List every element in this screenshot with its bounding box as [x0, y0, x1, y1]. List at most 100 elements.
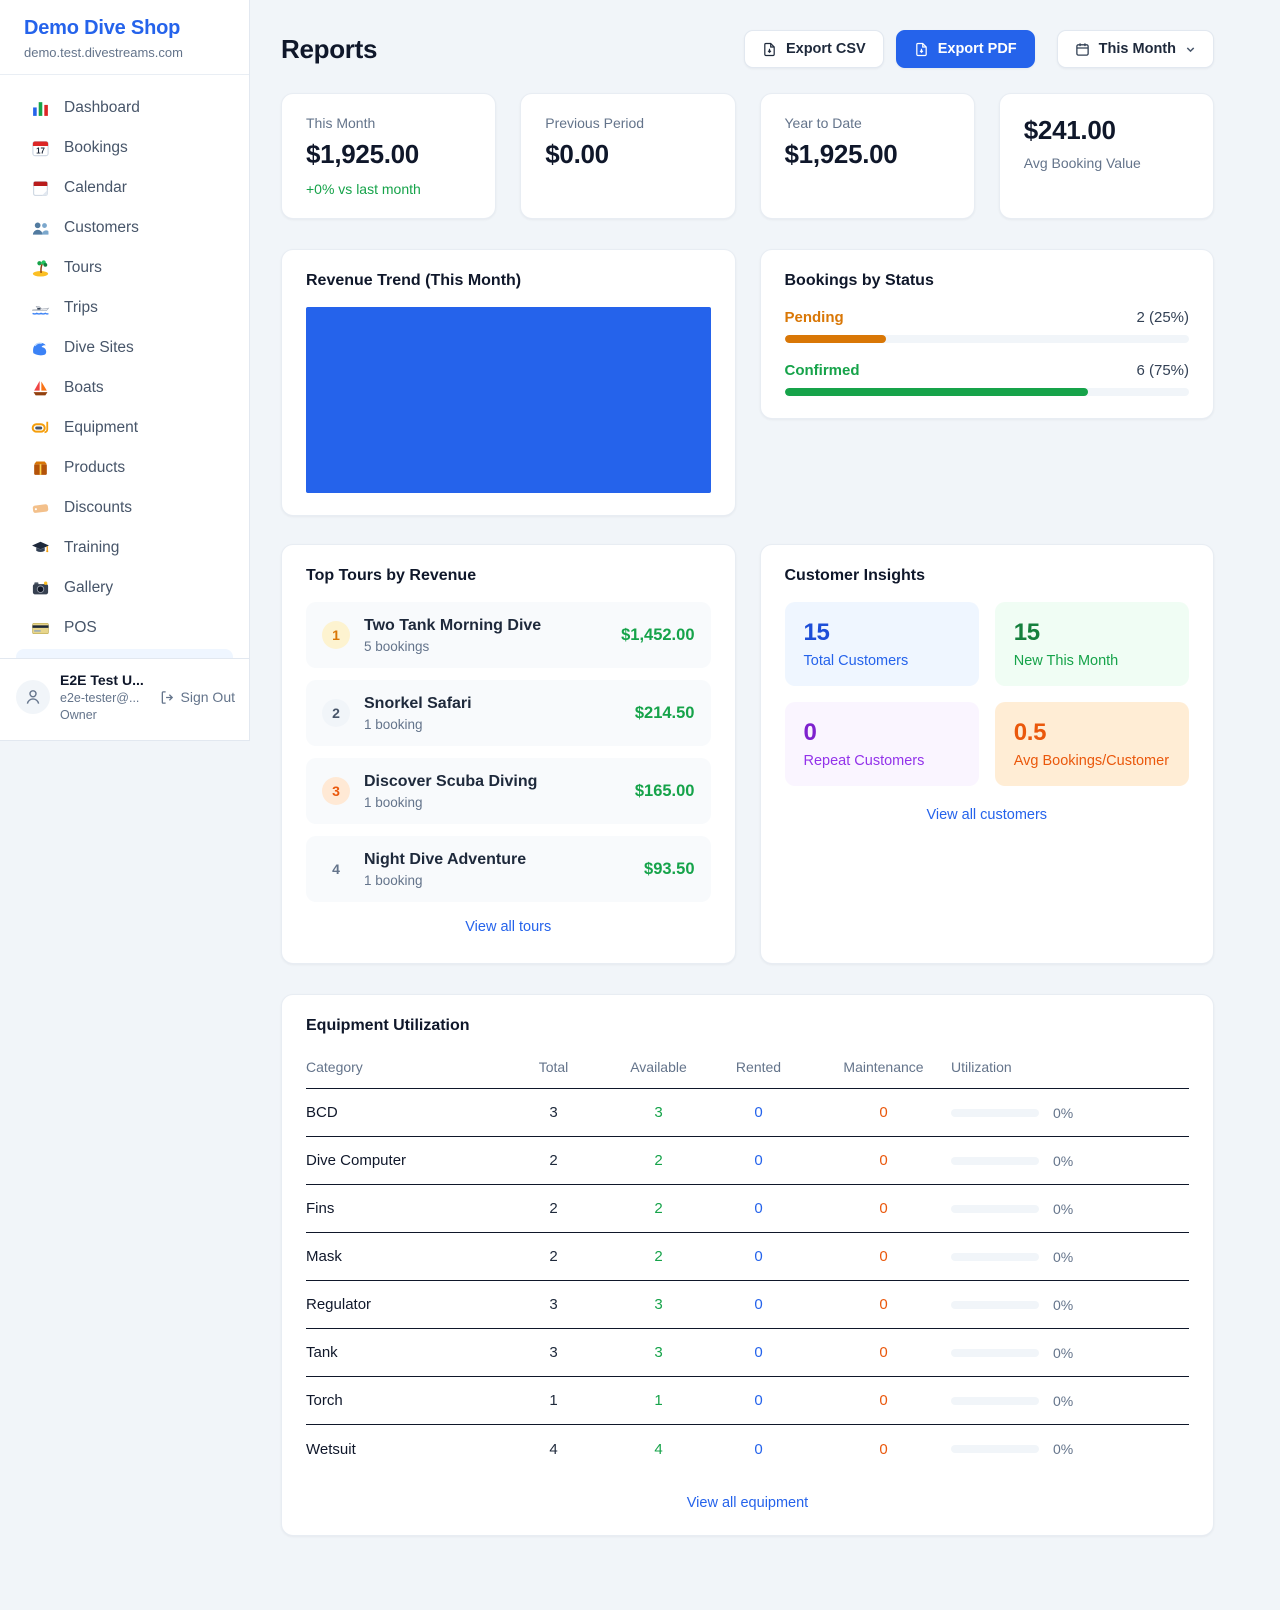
people-icon: [30, 218, 50, 238]
tour-bookings: 1 booking: [364, 873, 630, 888]
user-role: Owner: [60, 707, 144, 724]
sidebar-item-label: Products: [64, 459, 125, 477]
person-icon: [23, 687, 43, 707]
sidebar-item-label: POS: [64, 619, 97, 637]
bookings-by-status-card: Bookings by Status Pending 2 (25%) Confi…: [760, 249, 1215, 419]
tag-icon: [30, 498, 50, 518]
progress-fill: [785, 335, 886, 343]
sidebar-item-trips[interactable]: Trips: [16, 288, 233, 328]
sidebar-item-discounts[interactable]: Discounts: [16, 488, 233, 528]
utilization-bar: [951, 1205, 1039, 1213]
table-row: BCD 3 3 0 0 0%: [306, 1089, 1189, 1137]
graduation-cap-icon: [30, 538, 50, 558]
sidebar-item-label: Discounts: [64, 499, 132, 517]
top-tours-title: Top Tours by Revenue: [306, 567, 711, 585]
revenue-trend-chart: [306, 307, 711, 493]
utilization-bar: [951, 1301, 1039, 1309]
tour-bookings: 1 booking: [364, 795, 621, 810]
stat-card-this-month: This Month $1,925.00 +0% vs last month: [281, 93, 496, 219]
tour-bookings: 1 booking: [364, 717, 621, 732]
table-row: Wetsuit 4 4 0 0 0%: [306, 1425, 1189, 1473]
sidebar-item-boats[interactable]: Boats: [16, 368, 233, 408]
sidebar-item-dashboard[interactable]: Dashboard: [16, 88, 233, 128]
customer-insights-card: Customer Insights 15 Total Customers 15 …: [760, 544, 1215, 964]
utilization-bar: [951, 1157, 1039, 1165]
export-pdf-button[interactable]: Export PDF: [896, 30, 1035, 68]
sidebar-item-gallery[interactable]: Gallery: [16, 568, 233, 608]
user-name: E2E Test U...: [60, 671, 144, 690]
insight-tile-total-customers: 15 Total Customers: [785, 602, 979, 686]
sidebar-item-customers[interactable]: Customers: [16, 208, 233, 248]
sidebar-item-calendar[interactable]: Calendar: [16, 168, 233, 208]
sidebar-item-label: Bookings: [64, 139, 128, 157]
sidebar-item-tours[interactable]: Tours: [16, 248, 233, 288]
file-download-icon: [762, 42, 777, 57]
user-panel: E2E Test U... e2e-tester@... Owner Sign …: [0, 658, 249, 740]
tour-name: Snorkel Safari: [364, 695, 621, 713]
progress-track: [785, 335, 1190, 343]
calendar-icon: [1075, 42, 1090, 57]
rank-badge: 4: [322, 855, 350, 883]
tour-name: Two Tank Morning Dive: [364, 617, 607, 635]
stat-card-previous-period: Previous Period $0.00: [520, 93, 735, 219]
header-actions: Export CSV Export PDF This Month: [744, 30, 1214, 68]
tour-amount: $214.50: [635, 704, 695, 723]
sidebar-item-label: Boats: [64, 379, 104, 397]
view-all-equipment-link[interactable]: View all equipment: [306, 1495, 1189, 1511]
sidebar-item-label: Gallery: [64, 579, 113, 597]
view-all-customers-link[interactable]: View all customers: [785, 807, 1190, 823]
sidebar-item-active-partial[interactable]: [16, 649, 233, 658]
sidebar-item-dive-sites[interactable]: Dive Sites: [16, 328, 233, 368]
charts-row: Revenue Trend (This Month) Bookings by S…: [281, 249, 1214, 516]
status-label: Confirmed: [785, 362, 860, 379]
tour-bookings: 5 bookings: [364, 639, 607, 654]
sailboat-icon: [30, 378, 50, 398]
sidebar-item-products[interactable]: Products: [16, 448, 233, 488]
export-csv-button[interactable]: Export CSV: [744, 30, 884, 68]
revenue-trend-title: Revenue Trend (This Month): [306, 272, 711, 290]
insight-tile-avg-bookings: 0.5 Avg Bookings/Customer: [995, 702, 1189, 786]
tour-rows: 1 Two Tank Morning Dive 5 bookings $1,45…: [306, 602, 711, 902]
insight-grid: 15 Total Customers 15 New This Month 0 R…: [785, 602, 1190, 786]
status-value: 2 (25%): [1136, 309, 1189, 326]
list-item: 2 Snorkel Safari 1 booking $214.50: [306, 680, 711, 746]
table-row: Dive Computer 2 2 0 0 0%: [306, 1137, 1189, 1185]
status-row-confirmed: Confirmed 6 (75%): [785, 362, 1190, 396]
utilization-bar: [951, 1445, 1039, 1453]
view-all-tours-link[interactable]: View all tours: [306, 919, 711, 935]
sidebar-item-training[interactable]: Training: [16, 528, 233, 568]
sign-out-button[interactable]: Sign Out: [160, 689, 235, 705]
table-row: Regulator 3 3 0 0 0%: [306, 1281, 1189, 1329]
brand-name: Demo Dive Shop: [24, 17, 225, 40]
equipment-utilization-title: Equipment Utilization: [306, 1017, 1189, 1035]
diving-mask-icon: [30, 418, 50, 438]
period-dropdown[interactable]: This Month: [1057, 30, 1214, 68]
page-header: Reports Export CSV Export PDF This Month: [281, 30, 1214, 68]
user-email: e2e-tester@...: [60, 690, 144, 707]
tour-amount: $1,452.00: [621, 626, 694, 645]
table-row: Mask 2 2 0 0 0%: [306, 1233, 1189, 1281]
sidebar-item-pos[interactable]: POS: [16, 608, 233, 648]
sidebar: Demo Dive Shop demo.test.divestreams.com…: [0, 0, 250, 741]
brand: Demo Dive Shop demo.test.divestreams.com: [0, 0, 249, 75]
wave-icon: [30, 338, 50, 358]
user-info: E2E Test U... e2e-tester@... Owner: [60, 671, 144, 724]
bookings-by-status-title: Bookings by Status: [785, 272, 1190, 290]
table-row: Fins 2 2 0 0 0%: [306, 1185, 1189, 1233]
sidebar-item-equipment[interactable]: Equipment: [16, 408, 233, 448]
stat-card-avg-booking-value: $241.00 Avg Booking Value: [999, 93, 1214, 219]
table-row: Tank 3 3 0 0 0%: [306, 1329, 1189, 1377]
sidebar-item-bookings[interactable]: 17 Bookings: [16, 128, 233, 168]
sidebar-item-label: Dive Sites: [64, 339, 134, 357]
main-content: Reports Export CSV Export PDF This Month…: [250, 0, 1280, 1536]
avatar: [16, 680, 50, 714]
tear-off-calendar-icon: [30, 178, 50, 198]
status-label: Pending: [785, 309, 844, 326]
utilization-bar: [951, 1253, 1039, 1261]
utilization-bar: [951, 1349, 1039, 1357]
sidebar-item-label: Tours: [64, 259, 102, 277]
camera-icon: [30, 578, 50, 598]
package-icon: [30, 458, 50, 478]
brand-domain: demo.test.divestreams.com: [24, 45, 225, 60]
equipment-utilization-card: Equipment Utilization Category Total Ava…: [281, 994, 1214, 1536]
